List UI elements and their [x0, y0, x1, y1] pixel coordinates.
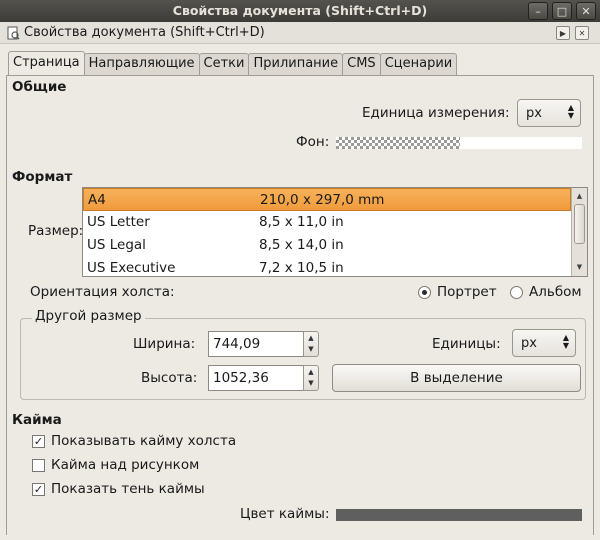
format-heading: Формат — [12, 169, 73, 185]
units-combo[interactable]: px ▲ ▼ — [512, 329, 576, 357]
unit-combo-value: px — [526, 106, 542, 121]
tab-guides[interactable]: Направляющие — [83, 53, 200, 75]
dock-close-button[interactable]: ✕ — [575, 26, 589, 40]
spin-arrows-icon[interactable]: ▲ ▼ — [303, 365, 319, 391]
units-label: Единицы: — [432, 336, 501, 352]
show-border-checkbox[interactable]: ✓ — [32, 435, 45, 448]
scroll-up-icon[interactable]: ▲ — [573, 189, 586, 203]
show-shadow-checkbox[interactable]: ✓ — [32, 483, 45, 496]
size-label: Размер: — [28, 223, 84, 239]
portrait-radio[interactable] — [418, 286, 431, 299]
tab-page[interactable]: Страница — [8, 51, 85, 75]
dock-float-button[interactable]: ▶ — [556, 26, 570, 40]
maximize-button[interactable]: □ — [552, 2, 572, 20]
orientation-label: Ориентация холста: — [30, 284, 175, 300]
window-title: Свойства документа (Shift+Ctrl+D) — [172, 3, 428, 18]
close-button[interactable]: ✕ — [576, 2, 596, 20]
scroll-thumb[interactable] — [574, 204, 585, 244]
width-spin[interactable]: 744,09 ▲ ▼ — [208, 331, 319, 357]
list-item[interactable]: A4 210,0 x 297,0 mm — [83, 188, 571, 211]
show-border-label[interactable]: Показывать кайму холста — [51, 433, 236, 449]
tab-scripts[interactable]: Сценарии — [379, 53, 458, 75]
tab-snap[interactable]: Прилипание — [248, 53, 344, 75]
border-on-top-label[interactable]: Кайма над рисунком — [51, 457, 199, 473]
tab-cms[interactable]: CMS — [342, 53, 381, 75]
landscape-radio[interactable] — [510, 286, 523, 299]
border-on-top-checkbox[interactable] — [32, 459, 45, 472]
spin-arrows-icon[interactable]: ▲ ▼ — [303, 331, 319, 357]
dock-title: Свойства документа (Shift+Ctrl+D) — [24, 25, 265, 40]
combo-arrows-icon: ▲ ▼ — [562, 333, 569, 350]
units-combo-value: px — [521, 336, 537, 351]
show-shadow-label[interactable]: Показать тень каймы — [51, 481, 205, 497]
background-label: Фон: — [296, 134, 330, 150]
window-titlebar[interactable]: Свойства документа (Shift+Ctrl+D) – □ ✕ — [0, 0, 600, 22]
height-label: Высота: — [141, 370, 198, 386]
background-swatch-checker[interactable] — [336, 137, 460, 149]
height-spin[interactable]: 1052,36 ▲ ▼ — [208, 365, 319, 391]
width-label: Ширина: — [133, 336, 196, 352]
paper-size-list[interactable]: A4 210,0 x 297,0 mm US Letter 8,5 x 11,0… — [82, 187, 588, 277]
list-item[interactable]: US Letter 8,5 x 11,0 in — [83, 211, 571, 234]
document-properties-icon — [7, 26, 20, 40]
height-value: 1052,36 — [213, 370, 269, 386]
minimize-button[interactable]: – — [528, 2, 548, 20]
tab-grids[interactable]: Сетки — [198, 53, 250, 75]
unit-combo[interactable]: px ▲ ▼ — [517, 99, 581, 127]
general-heading: Общие — [12, 79, 67, 95]
list-item[interactable]: US Legal 8,5 x 14,0 in — [83, 234, 571, 257]
width-value: 744,09 — [213, 336, 261, 352]
border-heading: Кайма — [12, 412, 62, 428]
unit-label: Единица измерения: — [362, 105, 510, 121]
custom-size-heading: Другой размер — [32, 308, 145, 324]
list-item[interactable]: US Executive 7,2 x 10,5 in — [83, 257, 571, 276]
portrait-label[interactable]: Портрет — [437, 284, 497, 300]
scroll-down-icon[interactable]: ▼ — [573, 260, 586, 274]
background-swatch-white[interactable] — [460, 137, 582, 149]
combo-arrows-icon: ▲ ▼ — [567, 103, 574, 120]
border-color-swatch[interactable] — [336, 509, 582, 521]
tab-bar: Страница Направляющие Сетки Прилипание C… — [8, 51, 458, 75]
dock-header: Свойства документа (Shift+Ctrl+D) ▶ ✕ — [0, 22, 600, 44]
fit-to-selection-button[interactable]: В выделение — [332, 364, 581, 392]
list-scrollbar[interactable]: ▲ ▼ — [571, 188, 587, 276]
border-color-label: Цвет каймы: — [240, 506, 330, 522]
landscape-label[interactable]: Альбом — [529, 284, 582, 300]
